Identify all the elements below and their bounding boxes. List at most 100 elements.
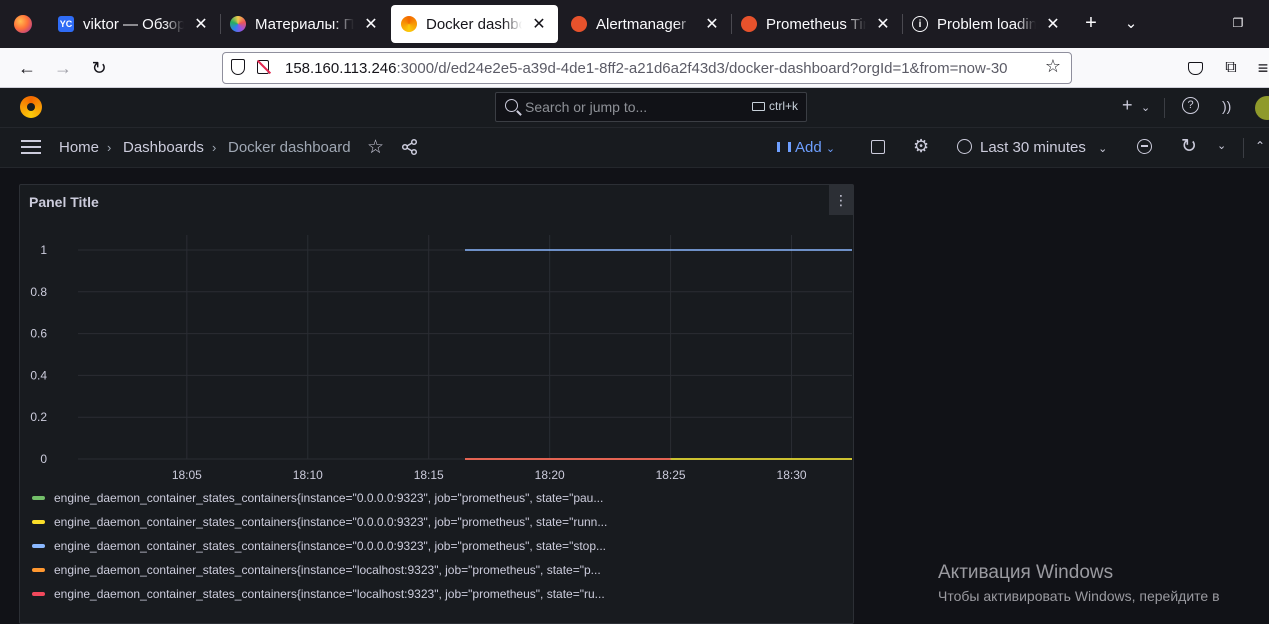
add-label: Add	[795, 139, 822, 156]
toolbar-divider	[1164, 98, 1165, 118]
legend-item[interactable]: engine_daemon_container_states_container…	[32, 534, 842, 558]
zoom-out-icon[interactable]	[1137, 139, 1152, 154]
window-restore-icon[interactable]: ❐	[1226, 16, 1250, 30]
breadcrumb-current-dashboard: Docker dashboard	[228, 139, 351, 156]
chevron-down-icon[interactable]: ⌄	[1141, 101, 1150, 114]
timeseries-panel[interactable]: Panel Title ⋮ 0 0.2 0.4 0.6 0.8 1 18:05 18:10 18…	[19, 184, 854, 624]
user-avatar[interactable]	[1255, 96, 1269, 120]
y-tick-label: 1	[40, 243, 47, 257]
grafana-icon	[401, 16, 417, 32]
grafana-logo-icon[interactable]	[20, 96, 42, 118]
chevron-down-icon: ⌄	[1098, 143, 1108, 155]
close-tab-icon[interactable]: ✕	[1044, 14, 1062, 34]
url-bar[interactable]: 158.160.113.246:3000/d/ed24e2e5-a39d-4de…	[222, 52, 1072, 84]
help-icon[interactable]: ?	[1182, 97, 1199, 114]
x-tick-label: 18:10	[293, 468, 323, 482]
toolbar-divider	[1243, 138, 1244, 158]
hamburger-menu-icon[interactable]	[21, 140, 41, 154]
firefox-menu-icon[interactable]	[0, 0, 46, 48]
url-text[interactable]: 158.160.113.246:3000/d/ed24e2e5-a39d-4de…	[285, 60, 1037, 77]
dashboard-canvas: Panel Title ⋮ 0 0.2 0.4 0.6 0.8 1 18:05 18:10 18…	[0, 168, 1269, 624]
legend-label: engine_daemon_container_states_container…	[54, 515, 608, 529]
browser-tab-yandex-cloud[interactable]: YC viktor — Обзор | ✕	[48, 5, 220, 43]
clock-icon	[957, 139, 972, 154]
chevron-down-icon: ⌄	[825, 143, 836, 155]
grafana-top-bar: Search or jump to... ctrl+k + ⌄ ? ))	[0, 88, 1269, 128]
panel-menu-icon[interactable]: ⋮	[829, 185, 853, 215]
breadcrumb-home[interactable]: Home	[59, 139, 99, 156]
url-host: 158.160.113.246	[285, 60, 397, 77]
tab-title: Problem loading	[937, 15, 1036, 33]
forward-arrow-icon[interactable]: →	[51, 56, 75, 80]
collapse-chevron-up-icon[interactable]: ⌃	[1255, 139, 1265, 153]
extensions-puzzle-icon[interactable]: ⧉	[1219, 56, 1243, 80]
x-tick-label: 18:20	[535, 468, 565, 482]
materials-icon	[230, 16, 246, 32]
panel-title: Panel Title	[29, 194, 99, 210]
legend-item[interactable]: engine_daemon_container_states_container…	[32, 486, 842, 510]
keyboard-icon	[751, 102, 765, 111]
close-tab-icon[interactable]: ✕	[874, 14, 892, 34]
prometheus-icon	[741, 16, 757, 32]
browser-tab-materials[interactable]: Материалы: Пре ✕	[220, 5, 390, 43]
refresh-icon[interactable]: ↻	[1181, 135, 1197, 158]
browser-tab-docker-dashboard[interactable]: Docker dashboar ✕	[391, 5, 558, 43]
close-tab-icon[interactable]: ✕	[530, 14, 548, 34]
new-tab-plus-icon[interactable]: +	[1079, 12, 1103, 35]
breadcrumb-chevron-icon: ›	[107, 140, 112, 155]
browser-tab-alertmanager[interactable]: Alertmanager ✕	[561, 5, 731, 43]
browser-tab-problem-loading[interactable]: i Problem loading ✕	[902, 5, 1072, 43]
close-tab-icon[interactable]: ✕	[362, 14, 380, 34]
new-plus-icon[interactable]: +	[1122, 95, 1133, 116]
legend-swatch	[32, 520, 45, 524]
browser-tab-prometheus[interactable]: Prometheus Time ✕	[731, 5, 902, 43]
shield-icon[interactable]	[231, 59, 245, 75]
add-panel-button[interactable]: Add ⌄	[777, 139, 835, 156]
tab-title: Prometheus Time	[766, 15, 866, 33]
save-icon[interactable]	[871, 140, 885, 154]
time-range-picker[interactable]: Last 30 minutes ⌄	[957, 139, 1107, 156]
x-tick-label: 18:15	[414, 468, 444, 482]
windows-activation-watermark: Активация Windows Чтобы активировать Win…	[938, 562, 1220, 604]
star-favorite-icon[interactable]: ☆	[367, 136, 384, 159]
y-tick-label: 0.8	[30, 285, 47, 299]
news-rss-icon[interactable]: ))	[1222, 98, 1231, 114]
keyboard-shortcut-label: ctrl+k	[768, 99, 798, 113]
url-path: :3000/d/ed24e2e5-a39d-4de1-8ff2-a21d6a2f…	[396, 60, 1008, 77]
legend-item[interactable]: engine_daemon_container_states_container…	[32, 510, 842, 534]
pocket-icon[interactable]	[1183, 56, 1207, 80]
timeseries-chart: 0 0.2 0.4 0.6 0.8 1 18:05 18:10 18:15 18:20 18:25 1…	[30, 235, 852, 482]
watermark-title: Активация Windows	[938, 562, 1114, 583]
close-tab-icon[interactable]: ✕	[192, 14, 210, 34]
x-tick-label: 18:05	[172, 468, 202, 482]
legend-swatch	[32, 592, 45, 596]
back-arrow-icon[interactable]: ←	[15, 56, 39, 80]
x-tick-label: 18:25	[656, 468, 686, 482]
yandex-cloud-icon: YC	[58, 16, 74, 32]
legend-swatch	[32, 544, 45, 548]
settings-gear-icon[interactable]: ⚙	[913, 136, 929, 157]
search-input[interactable]: Search or jump to... ctrl+k	[495, 92, 807, 122]
app-menu-icon[interactable]: ≡	[1251, 56, 1269, 80]
list-all-tabs-chevron-icon[interactable]: ⌄	[1119, 14, 1143, 32]
breadcrumb-chevron-icon: ›	[212, 140, 217, 155]
y-tick-label: 0.4	[30, 368, 47, 382]
bookmark-star-icon[interactable]: ☆	[1045, 56, 1061, 77]
reload-icon[interactable]: ↻	[87, 56, 111, 80]
y-tick-label: 0.2	[30, 410, 47, 424]
tab-title: viktor — Обзор |	[83, 15, 184, 33]
tab-title: Материалы: Пре	[255, 15, 354, 33]
legend-item[interactable]: engine_daemon_container_states_container…	[32, 558, 842, 582]
tab-title: Alertmanager	[596, 15, 687, 33]
legend-item[interactable]: engine_daemon_container_states_container…	[32, 582, 842, 606]
legend-swatch	[32, 496, 45, 500]
legend-label: engine_daemon_container_states_container…	[54, 587, 605, 601]
time-range-label: Last 30 minutes	[980, 139, 1086, 156]
refresh-interval-chevron-icon[interactable]: ⌄	[1217, 139, 1226, 152]
y-tick-label: 0.6	[30, 327, 47, 341]
dashboard-nav-bar: Home › Dashboards › Docker dashboard ☆ A…	[0, 128, 1269, 168]
close-tab-icon[interactable]: ✕	[703, 14, 721, 34]
legend-label: engine_daemon_container_states_container…	[54, 563, 601, 577]
breadcrumb-dashboards[interactable]: Dashboards	[123, 139, 204, 156]
share-icon[interactable]	[401, 138, 419, 156]
